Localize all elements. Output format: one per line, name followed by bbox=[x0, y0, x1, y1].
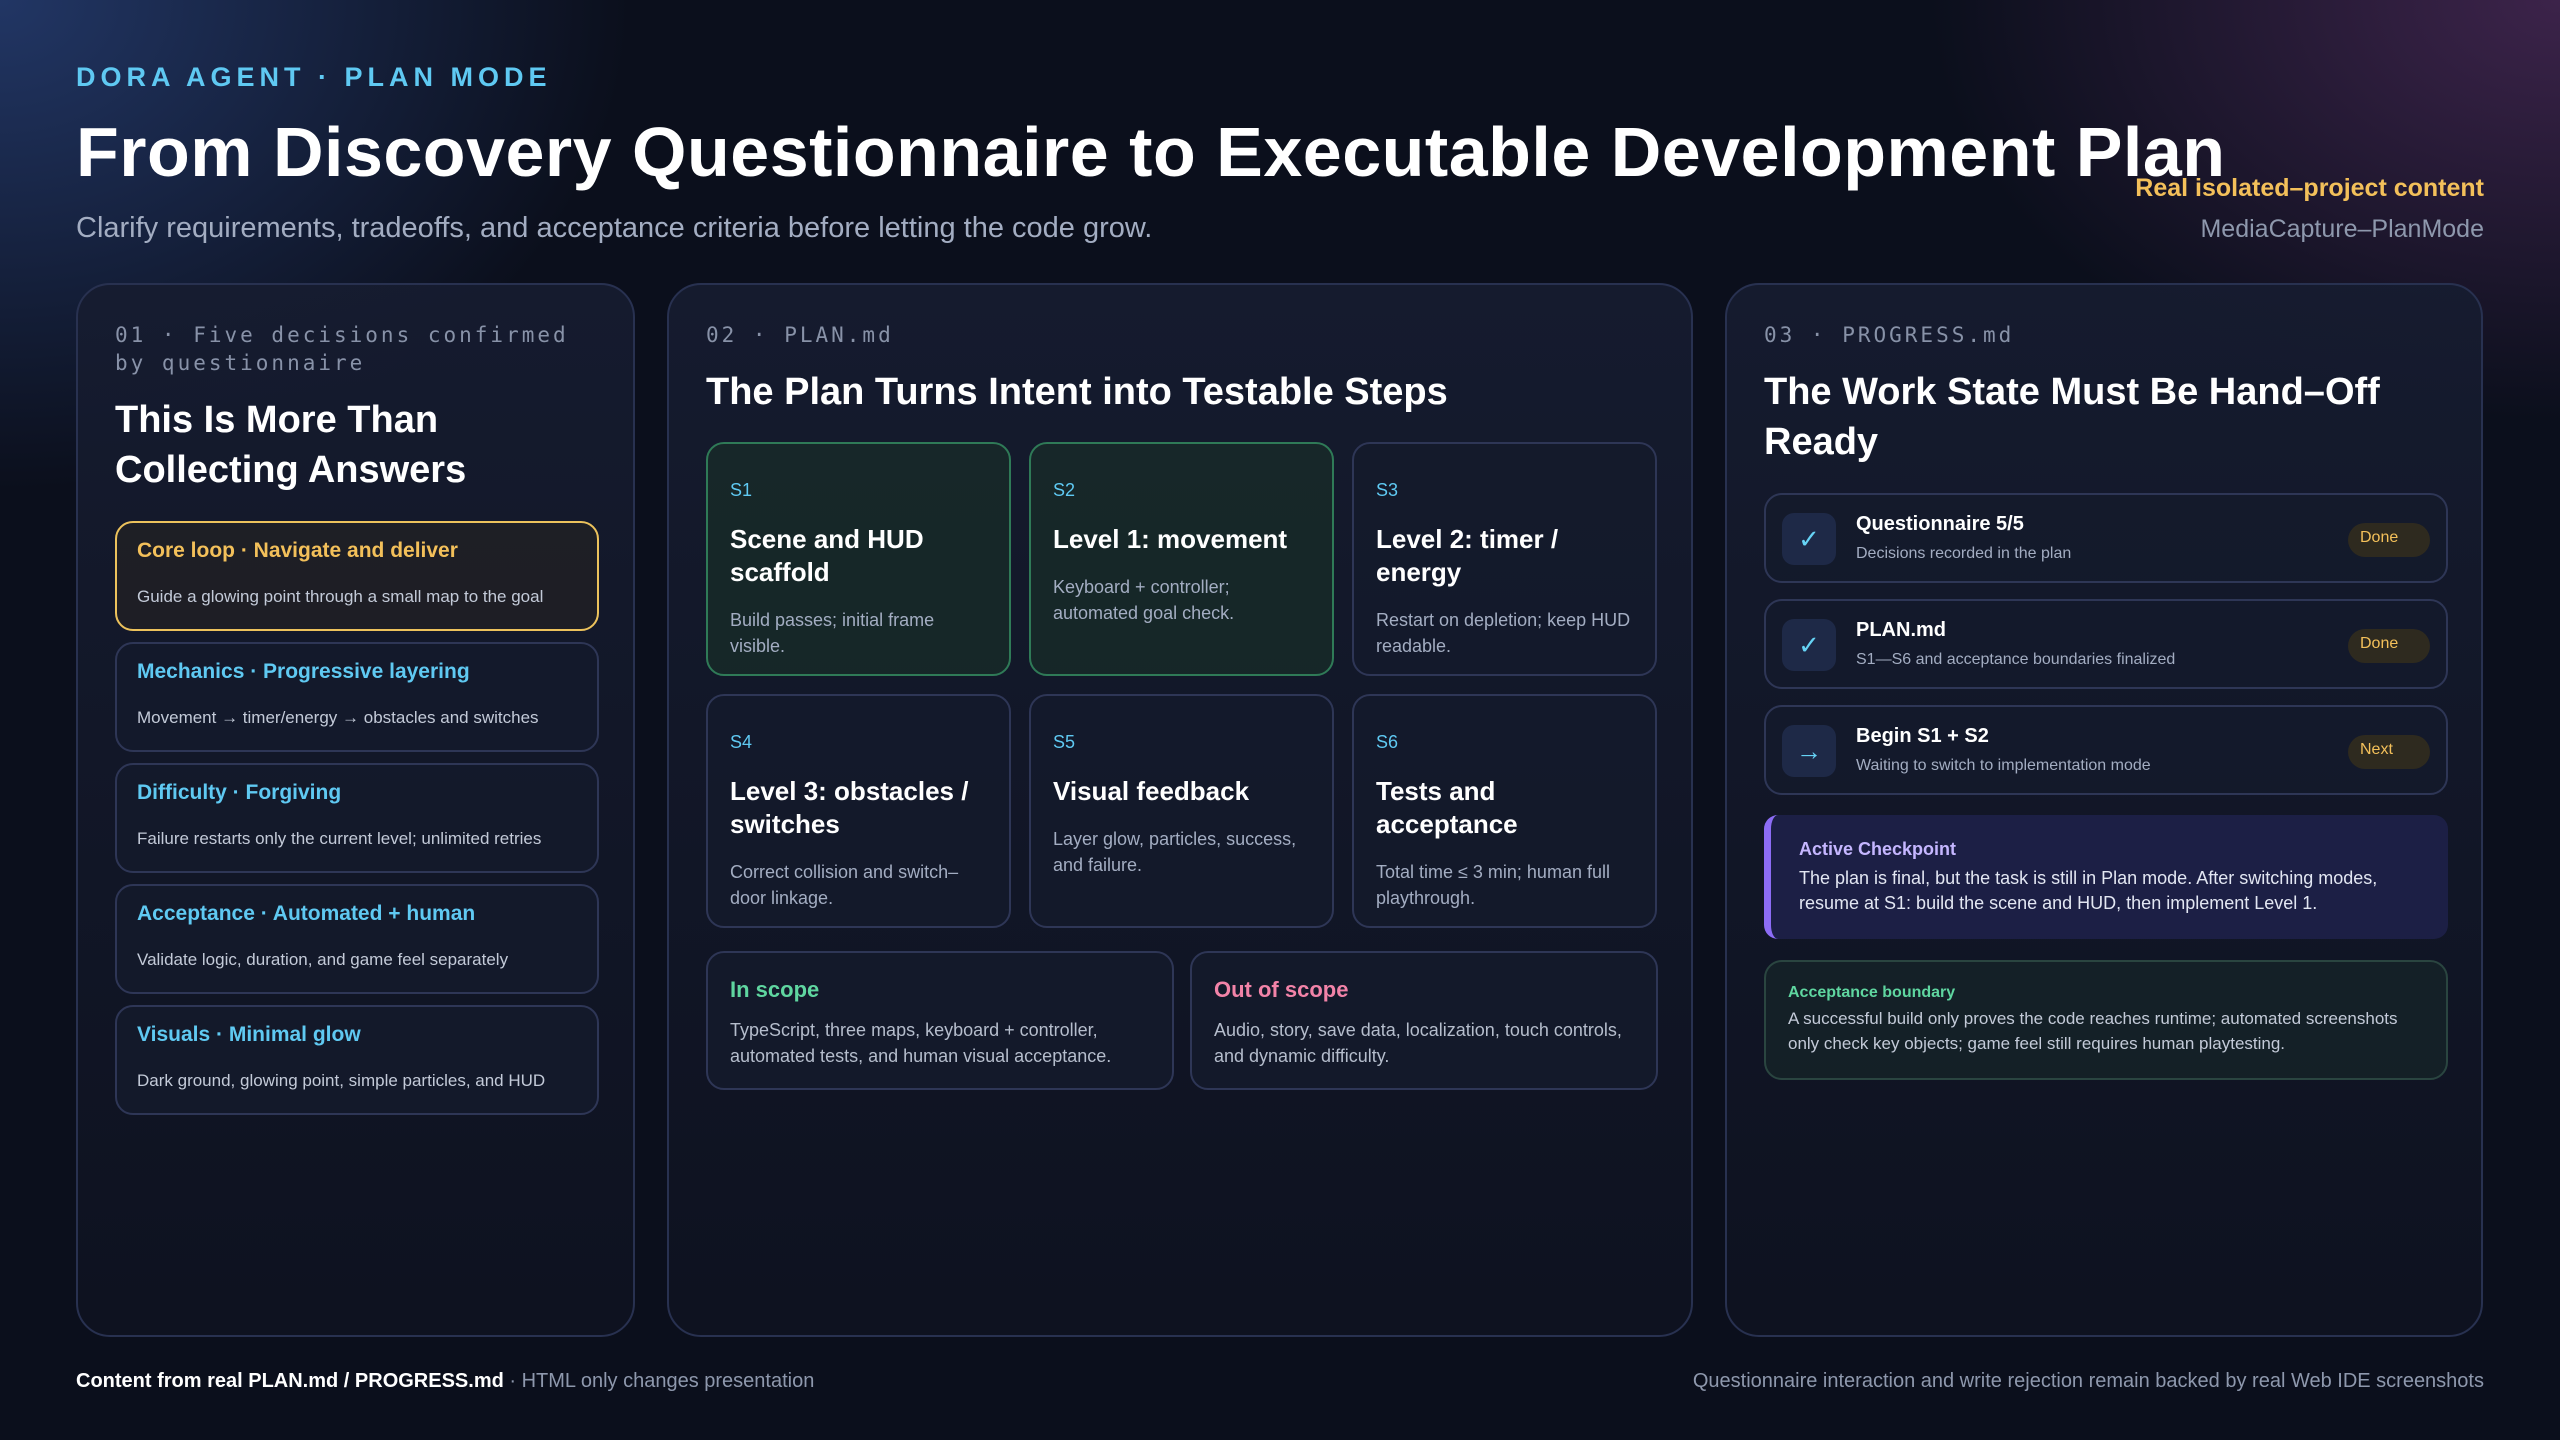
decision-desc: Guide a glowing point through a small ma… bbox=[137, 587, 544, 606]
task-row-questionnaire[interactable]: ✓ Questionnaire 5/5 Decisions recorded i… bbox=[1764, 493, 2448, 583]
step-card-s5[interactable]: S5 Visual feedback Layer glow, particles… bbox=[1029, 694, 1334, 928]
task-row-begin[interactable]: → Begin S1 + S2 Waiting to switch to imp… bbox=[1764, 705, 2448, 795]
status-badge: Done bbox=[2348, 629, 2430, 663]
decision-desc: Dark ground, glowing point, simple parti… bbox=[137, 1071, 546, 1090]
decision-card-visuals[interactable]: Visuals · Minimal glow Dark ground, glow… bbox=[115, 1005, 599, 1115]
acceptance-desc: A successful build only proves the code … bbox=[1788, 1009, 2398, 1053]
active-checkpoint: Active Checkpoint The plan is final, but… bbox=[1764, 815, 2448, 939]
decision-card-difficulty[interactable]: Difficulty · Forgiving Failure restarts … bbox=[115, 763, 599, 873]
check-icon: ✓ bbox=[1782, 513, 1836, 565]
step-id: S3 bbox=[1376, 480, 1399, 500]
acceptance-head: Acceptance boundary bbox=[1788, 984, 1956, 1001]
footer-left: Content from real PLAN.md / PROGRESS.md … bbox=[76, 1370, 814, 1393]
project-name: MediaCapture–PlanMode bbox=[2200, 215, 2484, 243]
step-desc: Keyboard + controller; automated goal ch… bbox=[1053, 577, 1235, 623]
decision-card-core-loop[interactable]: Core loop · Navigate and deliver Guide a… bbox=[115, 521, 599, 631]
page-header: DORA AGENT · PLAN MODE From Discovery Qu… bbox=[76, 62, 2484, 262]
content-tag: Real isolated–project content bbox=[2135, 174, 2484, 202]
acceptance-boundary: Acceptance boundary A successful build o… bbox=[1764, 960, 2448, 1080]
decision-head: Mechanics · Progressive layering bbox=[137, 660, 470, 683]
step-card-s2[interactable]: S2 Level 1: movement Keyboard + controll… bbox=[1029, 442, 1334, 676]
decision-desc: Movement → timer/energy → obstacles and … bbox=[137, 708, 539, 727]
source-info: Real isolated–project content MediaCaptu… bbox=[2135, 174, 2484, 244]
step-card-s3[interactable]: S3 Level 2: timer / energy Restart on de… bbox=[1352, 442, 1657, 676]
panel-eyebrow: 03 · PROGRESS.md bbox=[1764, 323, 2015, 347]
panel-title: The Work State Must Be Hand–Off Ready bbox=[1764, 371, 2380, 463]
step-desc: Layer glow, particles, success, and fail… bbox=[1053, 829, 1297, 875]
status-badge: Done bbox=[2348, 523, 2430, 557]
check-icon: ✓ bbox=[1782, 619, 1836, 671]
step-id: S1 bbox=[730, 480, 753, 500]
step-id: S6 bbox=[1376, 732, 1399, 752]
task-name: Questionnaire 5/5 bbox=[1856, 513, 2024, 535]
step-card-s4[interactable]: S4 Level 3: obstacles / switches Correct… bbox=[706, 694, 1011, 928]
progress-panel: 03 · PROGRESS.md The Work State Must Be … bbox=[1725, 283, 2483, 1337]
checkpoint-head: Active Checkpoint bbox=[1799, 839, 1957, 859]
decision-card-mechanics[interactable]: Mechanics · Progressive layering Movemen… bbox=[115, 642, 599, 752]
panel-title: This Is More Than Collecting Answers bbox=[115, 399, 467, 491]
page-title: From Discovery Questionnaire to Executab… bbox=[76, 113, 2226, 191]
checkpoint-desc: The plan is final, but the task is still… bbox=[1799, 868, 2378, 913]
task-name: Begin S1 + S2 bbox=[1856, 725, 1989, 747]
step-card-s6[interactable]: S6 Tests and acceptance Total time ≤ 3 m… bbox=[1352, 694, 1657, 928]
page-subtitle: Clarify requirements, tradeoffs, and acc… bbox=[76, 212, 1153, 244]
panel-eyebrow: 01 · Five decisions confirmed by questio… bbox=[115, 323, 569, 375]
step-name: Level 1: movement bbox=[1053, 524, 1288, 554]
in-scope-card: In scope TypeScript, three maps, keyboar… bbox=[706, 951, 1174, 1090]
step-desc: Correct collision and switch–door linkag… bbox=[730, 862, 959, 908]
plan-panel: 02 · PLAN.md The Plan Turns Intent into … bbox=[667, 283, 1693, 1337]
decision-card-acceptance[interactable]: Acceptance · Automated + human Validate … bbox=[115, 884, 599, 994]
footer-source: Content from real PLAN.md / PROGRESS.md bbox=[76, 1370, 504, 1392]
decisions-panel: 01 · Five decisions confirmed by questio… bbox=[76, 283, 635, 1337]
footer-note: · HTML only changes presentation bbox=[503, 1370, 815, 1392]
task-subtitle: Waiting to switch to implementation mode bbox=[1856, 757, 2151, 774]
app-kicker: DORA AGENT · PLAN MODE bbox=[76, 62, 552, 92]
step-desc: Build passes; initial frame visible. bbox=[730, 610, 935, 656]
decision-head: Acceptance · Automated + human bbox=[137, 902, 476, 925]
in-scope-desc: TypeScript, three maps, keyboard + contr… bbox=[730, 1020, 1112, 1066]
step-desc: Total time ≤ 3 min; human full playthrou… bbox=[1376, 862, 1610, 908]
step-name: Visual feedback bbox=[1053, 776, 1250, 806]
arrow-right-icon: → bbox=[1782, 725, 1836, 777]
decision-head: Core loop · Navigate and deliver bbox=[137, 539, 458, 562]
step-id: S2 bbox=[1053, 480, 1076, 500]
decision-list: Core loop · Navigate and deliver Guide a… bbox=[115, 521, 599, 1126]
task-name: PLAN.md bbox=[1856, 619, 1946, 641]
step-desc: Restart on depletion; keep HUD readable. bbox=[1376, 610, 1631, 656]
step-name: Scene and HUD scaffold bbox=[730, 524, 924, 587]
decision-desc: Failure restarts only the current level;… bbox=[137, 829, 542, 848]
step-name: Tests and acceptance bbox=[1376, 776, 1518, 839]
task-subtitle: S1—S6 and acceptance boundaries finalize… bbox=[1856, 651, 2176, 668]
step-id: S4 bbox=[730, 732, 753, 752]
decision-head: Visuals · Minimal glow bbox=[137, 1023, 361, 1046]
panel-eyebrow: 02 · PLAN.md bbox=[706, 323, 894, 347]
out-of-scope-card: Out of scope Audio, story, save data, lo… bbox=[1190, 951, 1658, 1090]
step-card-s1[interactable]: S1 Scene and HUD scaffold Build passes; … bbox=[706, 442, 1011, 676]
step-name: Level 3: obstacles / switches bbox=[730, 776, 969, 839]
decision-head: Difficulty · Forgiving bbox=[137, 781, 342, 804]
step-id: S5 bbox=[1053, 732, 1076, 752]
out-of-scope-desc: Audio, story, save data, localization, t… bbox=[1214, 1020, 1622, 1066]
status-badge: Next bbox=[2348, 735, 2430, 769]
out-of-scope-head: Out of scope bbox=[1214, 977, 1349, 1002]
task-subtitle: Decisions recorded in the plan bbox=[1856, 545, 2072, 562]
step-name: Level 2: timer / energy bbox=[1376, 524, 1559, 587]
task-row-plan[interactable]: ✓ PLAN.md S1—S6 and acceptance boundarie… bbox=[1764, 599, 2448, 689]
footer-right: Questionnaire interaction and write reje… bbox=[1692, 1370, 2484, 1392]
in-scope-head: In scope bbox=[730, 977, 820, 1002]
decision-desc: Validate logic, duration, and game feel … bbox=[137, 950, 509, 969]
panel-title: The Plan Turns Intent into Testable Step… bbox=[706, 371, 1448, 413]
